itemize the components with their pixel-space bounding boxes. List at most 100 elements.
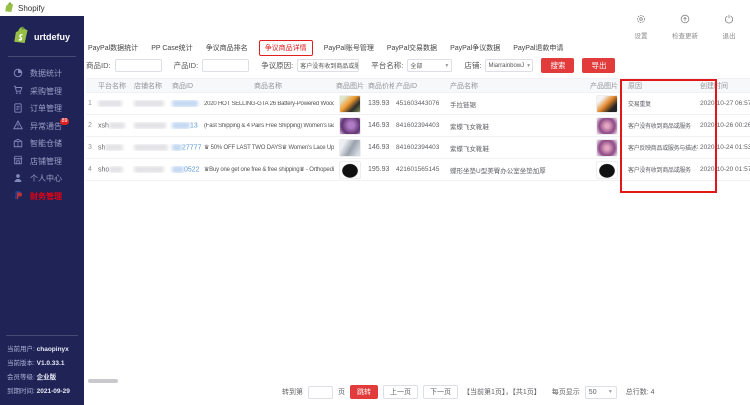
alert-count-badge: 89 [60, 117, 69, 125]
goods-name: (Fast Shipping & 4 Pairs Free Shipping) … [204, 122, 334, 129]
dispute-goods-table: 平台名称 店铺名称 商品ID 商品名称 商品图片 商品价格 产品ID 产品名称 … [86, 78, 750, 181]
sidebar-divider [8, 56, 76, 57]
chainsaw-photo [339, 94, 361, 113]
dispute-reason: 客户反映商品或服务与描述不符 [628, 146, 698, 152]
goods-id-link[interactable]: 13 [170, 121, 202, 129]
tab-dispute-goods-rank[interactable]: 争议商品排名 [204, 40, 250, 56]
next-page-button[interactable]: 下一页 [423, 385, 458, 399]
update-icon [680, 11, 690, 29]
product-image-cell[interactable] [588, 160, 626, 179]
product-image-cell[interactable] [588, 138, 626, 157]
blurred-text [98, 99, 122, 107]
goods-id-link[interactable]: 27777 [170, 143, 202, 151]
purple-shoe-photo [596, 138, 618, 157]
header-store: 店铺名称 [134, 82, 162, 90]
sidebar-item-finance[interactable]: 财务管理 [0, 188, 84, 206]
goods-image-cell[interactable] [334, 94, 366, 113]
goto-label: 转到第 [282, 389, 303, 396]
sidebar-item-warehouse[interactable]: 智能仓储 [0, 135, 84, 153]
filter-bar: 商品ID: 产品ID: 争议原因: 客户没有收到商品或服务▼ 平台名称: 全部▼… [86, 58, 616, 73]
sidebar-item-alerts[interactable]: 异常通告 89 [0, 117, 84, 136]
store-cell [132, 143, 170, 151]
person-icon [13, 173, 23, 185]
store-cell [132, 165, 170, 173]
blurred-text [105, 143, 124, 151]
sidebar-item-profile[interactable]: 个人中心 [0, 170, 84, 188]
sidebar-item-label: 订单管理 [30, 104, 62, 114]
dispute-reason-select[interactable]: 客户没有收到商品或服务▼ [297, 59, 360, 72]
storefront-icon [13, 155, 23, 167]
store-select[interactable]: MiarrainbowJ ▼ [485, 59, 534, 72]
table-row[interactable]: 4 sho 0522 ♛Buy one get one free & free … [86, 159, 750, 181]
tab-paypal-disputes[interactable]: PayPal争议数据 [448, 40, 502, 56]
header-goods-image: 商品图片 [336, 82, 364, 90]
sidebar-item-stores[interactable]: 店铺管理 [0, 153, 84, 171]
header-goods-name: 商品名称 [254, 82, 282, 90]
product-name: 紫蝶飞女靴鞋 [450, 145, 489, 153]
dispute-reason-label: 争议原因: [261, 61, 294, 70]
header-product-id: 产品ID [396, 82, 417, 90]
sidebar-item-label: 数据统计 [30, 69, 62, 79]
product-image-cell[interactable] [588, 116, 626, 135]
shopify-logo-icon [5, 0, 14, 17]
goods-id-input[interactable] [114, 59, 162, 72]
sidebar-footer: 当前用户: chaopinyx 当前版本: V1.0.33.1 会员等级: 企业… [0, 335, 84, 399]
sidebar-item-orders[interactable]: 订单管理 [0, 100, 84, 118]
product-name: 手拉链锯 [450, 101, 476, 109]
header-product-image: 产品图片 [590, 82, 618, 90]
header-product-name: 产品名称 [450, 82, 478, 90]
settings-button[interactable]: 设置 [626, 11, 656, 40]
purple-shoe-photo [339, 116, 361, 135]
blurred-text [108, 121, 125, 129]
current-user-info: 当前用户: chaopinyx [7, 346, 69, 353]
blurred-text [109, 165, 124, 173]
row-number: 2 [88, 122, 92, 129]
sidebar-item-data-stats[interactable]: 数据统计 [0, 65, 84, 83]
tab-dispute-goods-detail[interactable]: 争议商品详情 [258, 40, 313, 56]
sidebar-logo: urtdefuy [0, 16, 84, 56]
goods-name: 2020 HOT SELLING-GTA 26 Battery-Powered … [204, 100, 334, 107]
platform-select[interactable]: 全部 ▼ [407, 59, 453, 72]
table-row[interactable]: 2 xsh 13 (Fast Shipping & 4 Pairs Free S… [86, 115, 750, 137]
prev-page-button[interactable]: 上一页 [383, 385, 418, 399]
gear-icon [636, 11, 646, 29]
platform-label: 平台名称: [371, 61, 404, 70]
product-image-cell[interactable] [588, 94, 626, 113]
sidebar-item-label: 店铺管理 [30, 156, 62, 166]
tab-paypal-account-mgmt[interactable]: PayPal账号管理 [322, 40, 376, 56]
check-update-button[interactable]: 检查更新 [670, 11, 700, 40]
store-cell [132, 121, 170, 129]
horizontal-scrollbar[interactable] [88, 379, 118, 383]
table-header-row: 平台名称 店铺名称 商品ID 商品名称 商品图片 商品价格 产品ID 产品名称 … [86, 78, 750, 93]
sidebar-item-purchasing[interactable]: 采购管理 [0, 83, 84, 101]
jump-button[interactable]: 跳转 [350, 385, 378, 399]
tab-paypal-refunds[interactable]: PayPal退款申请 [511, 40, 565, 56]
goods-id-link[interactable] [170, 99, 202, 107]
header-goods-price: 商品价格 [368, 82, 394, 90]
exit-button[interactable]: 退出 [714, 11, 744, 40]
power-icon [724, 11, 734, 29]
product-id-label: 产品ID: [173, 61, 199, 70]
per-page-select[interactable]: 50 ▼ [584, 385, 617, 399]
search-button[interactable]: 搜索 [541, 58, 575, 73]
goods-image-cell[interactable] [334, 116, 366, 135]
table-row[interactable]: 3 sh 27777 ♛ 50% OFF LAST TWO DAYS♛ Wome… [86, 137, 750, 159]
export-button[interactable]: 导出 [582, 58, 616, 73]
chainsaw-photo [596, 94, 618, 113]
tab-pp-case-stats[interactable]: PP Case统计 [149, 40, 195, 56]
sidebar-item-label: 个人中心 [30, 174, 62, 184]
goods-image-cell[interactable] [334, 160, 366, 179]
product-id-input[interactable] [202, 59, 250, 72]
header-platform: 平台名称 [98, 82, 126, 90]
window-title: Shopify [18, 3, 45, 13]
goods-image-cell[interactable] [334, 138, 366, 157]
dispute-reason: 客户没有收到商品或服务 [628, 168, 691, 174]
table-row[interactable]: 1 2020 HOT SELLING-GTA 26 Battery-Powere… [86, 93, 750, 115]
goods-id-link[interactable]: 0522 [170, 165, 202, 173]
tab-paypal-transactions[interactable]: PayPal交易数据 [385, 40, 439, 56]
blurred-text [134, 143, 168, 151]
tab-paypal-data-stats[interactable]: PayPal数据统计 [86, 40, 140, 56]
row-number: 1 [88, 100, 92, 107]
chevron-down-icon: ▼ [526, 62, 532, 69]
goto-page-input[interactable] [308, 385, 333, 399]
